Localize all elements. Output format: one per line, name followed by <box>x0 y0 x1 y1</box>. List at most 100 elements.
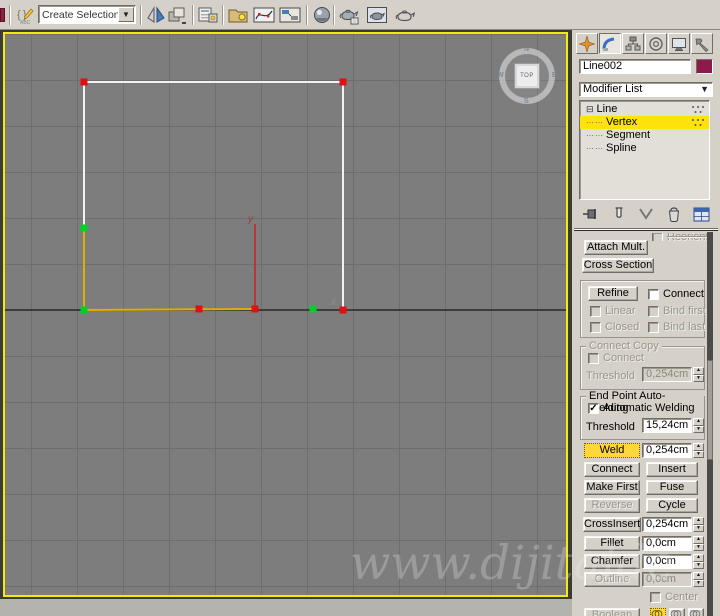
top-viewport[interactable]: yx N S W E TOP <box>3 32 568 597</box>
quick-render-icon[interactable] <box>394 4 416 26</box>
spinner-control[interactable]: ▲ ▼ <box>693 554 704 569</box>
checkbox-box[interactable] <box>652 233 663 241</box>
spinner-control[interactable]: ▲ ▼ <box>693 367 704 382</box>
weld-threshold-field[interactable]: 0,254cm <box>642 443 692 458</box>
material-editor-icon[interactable] <box>311 4 333 26</box>
panel-scrollbar[interactable] <box>707 232 713 616</box>
tab-utilities[interactable] <box>691 33 713 54</box>
chamfer-button[interactable]: Chamfer <box>584 554 640 569</box>
spline-vertex[interactable] <box>251 305 259 313</box>
configure-modifier-sets-icon[interactable] <box>693 207 710 222</box>
object-name: Line002 <box>583 60 623 72</box>
viewcube[interactable]: N S W E TOP <box>497 46 557 105</box>
spline-vertex[interactable] <box>80 306 88 314</box>
geometry-rollout: Reorient Attach Mult. Cross Section Refi… <box>572 232 720 616</box>
object-name-field[interactable]: Line002 <box>579 59 691 74</box>
chamfer-field[interactable]: 0,0cm <box>642 554 692 569</box>
reorient-checkbox[interactable]: Reorient <box>652 233 709 241</box>
tab-hierarchy[interactable] <box>622 33 644 54</box>
panel-separator <box>574 228 718 231</box>
cycle-button[interactable]: Cycle <box>646 498 698 513</box>
axis-tripod-label: y <box>247 214 254 225</box>
curve-editor-icon[interactable] <box>253 4 275 26</box>
fillet-field[interactable]: 0,0cm <box>642 536 692 551</box>
spline-vertex[interactable] <box>80 78 88 86</box>
spinner-control[interactable]: ▲ ▼ <box>693 572 704 587</box>
spline-vertex[interactable] <box>339 306 347 314</box>
modify-icon <box>602 37 615 51</box>
stack-item-vertex[interactable]: ⋯⋯ Vertex <box>580 116 709 129</box>
checkbox-box <box>590 305 601 317</box>
cross-section-button[interactable]: Cross Section <box>582 258 654 273</box>
cross-insert-field[interactable]: 0,254cm <box>642 517 692 532</box>
refine-button[interactable]: Refine <box>588 286 638 301</box>
schematic-view-icon[interactable] <box>279 4 301 26</box>
stack-item-spline[interactable]: ⋯⋯ Spline <box>580 142 709 155</box>
modifier-stack[interactable]: ⊟ Line ⋯⋯ Vertex ⋯⋯ Segment ⋯⋯ Spline <box>579 100 710 200</box>
tab-create[interactable] <box>576 33 598 54</box>
show-end-result-icon[interactable] <box>612 206 626 222</box>
scrollbar-thumb[interactable] <box>707 360 713 460</box>
spline-vertex[interactable] <box>339 78 347 86</box>
edit-named-selections-icon[interactable]: { } ABC <box>15 4 37 26</box>
named-selection-sets-dropdown[interactable]: Create Selection Se ▼ <box>38 5 136 24</box>
cross-insert-button[interactable]: CrossInsert <box>583 517 641 532</box>
auto-weld-threshold-field[interactable]: 15,24cm <box>642 418 692 433</box>
boolean-subtract-icon[interactable] <box>669 608 685 616</box>
checkbox-label: Connect <box>603 352 644 364</box>
subobject-dots-icon <box>692 106 704 113</box>
viewcube-east[interactable]: E <box>552 72 557 79</box>
rendered-frame-window-icon[interactable] <box>366 4 388 26</box>
make-first-button[interactable]: Make First <box>584 480 640 495</box>
spline-vertex[interactable] <box>195 305 203 313</box>
weld-button[interactable]: Weld <box>584 443 640 458</box>
stack-item-line[interactable]: ⊟ Line <box>580 103 709 116</box>
connect-checkbox[interactable]: Connect <box>648 288 704 300</box>
attach-mult-button[interactable]: Attach Mult. <box>584 240 648 255</box>
align-icon[interactable] <box>166 4 188 26</box>
viewcube-south[interactable]: S <box>524 98 529 105</box>
checkbox-label: Automatic Welding <box>603 402 695 414</box>
linear-checkbox: Linear <box>590 305 636 317</box>
checkbox-box[interactable] <box>648 288 659 300</box>
spinner-control[interactable]: ▲ ▼ <box>693 536 704 551</box>
fillet-button[interactable]: Fillet <box>584 536 640 551</box>
tab-motion[interactable] <box>645 33 667 54</box>
spinner-control[interactable]: ▲ ▼ <box>693 517 704 532</box>
connect-button[interactable]: Connect <box>584 462 640 477</box>
spline-vertex[interactable] <box>80 224 88 232</box>
modifier-list-dropdown[interactable]: Modifier List ▼ <box>579 82 713 97</box>
spline-vertex[interactable] <box>309 305 317 313</box>
collapse-icon[interactable]: ⊟ <box>586 103 594 116</box>
spinner-control[interactable]: ▲ ▼ <box>693 418 704 433</box>
checkbox-box[interactable]: ✓ <box>588 402 599 414</box>
viewcube-west[interactable]: W <box>497 72 504 79</box>
viewcube-north[interactable]: N <box>524 46 529 53</box>
spinner-control[interactable]: ▲ ▼ <box>693 443 704 458</box>
tab-modify[interactable] <box>599 33 621 54</box>
fuse-button[interactable]: Fuse <box>646 480 698 495</box>
spline-segment[interactable] <box>83 308 256 311</box>
chevron-down-icon[interactable]: ▼ <box>700 83 712 96</box>
spline-shape[interactable]: yx <box>5 34 566 595</box>
make-unique-icon[interactable] <box>638 207 654 221</box>
boolean-union-icon[interactable] <box>650 608 666 616</box>
object-color-swatch[interactable] <box>696 59 713 74</box>
stack-item-segment[interactable]: ⋯⋯ Segment <box>580 129 709 142</box>
viewcube-top-face[interactable]: TOP <box>514 63 540 89</box>
outline-field: 0,0cm <box>642 572 692 587</box>
automatic-welding-checkbox[interactable]: ✓ Automatic Welding <box>588 402 695 414</box>
mirror-icon[interactable] <box>145 4 167 26</box>
layer-manager-icon[interactable] <box>197 4 219 26</box>
pin-stack-icon[interactable] <box>582 206 599 222</box>
insert-button[interactable]: Insert <box>646 462 698 477</box>
light-lister-icon[interactable] <box>227 4 249 26</box>
tab-display[interactable] <box>668 33 690 54</box>
chevron-down-icon[interactable]: ▼ <box>118 7 134 22</box>
bind-first-checkbox: Bind first <box>648 305 706 317</box>
tree-branch: ⋯⋯ <box>586 131 604 140</box>
boolean-intersect-icon[interactable] <box>688 608 704 616</box>
remove-modifier-icon[interactable] <box>667 206 681 222</box>
render-setup-icon[interactable] <box>338 4 360 26</box>
reverse-button: Reverse <box>584 498 640 513</box>
